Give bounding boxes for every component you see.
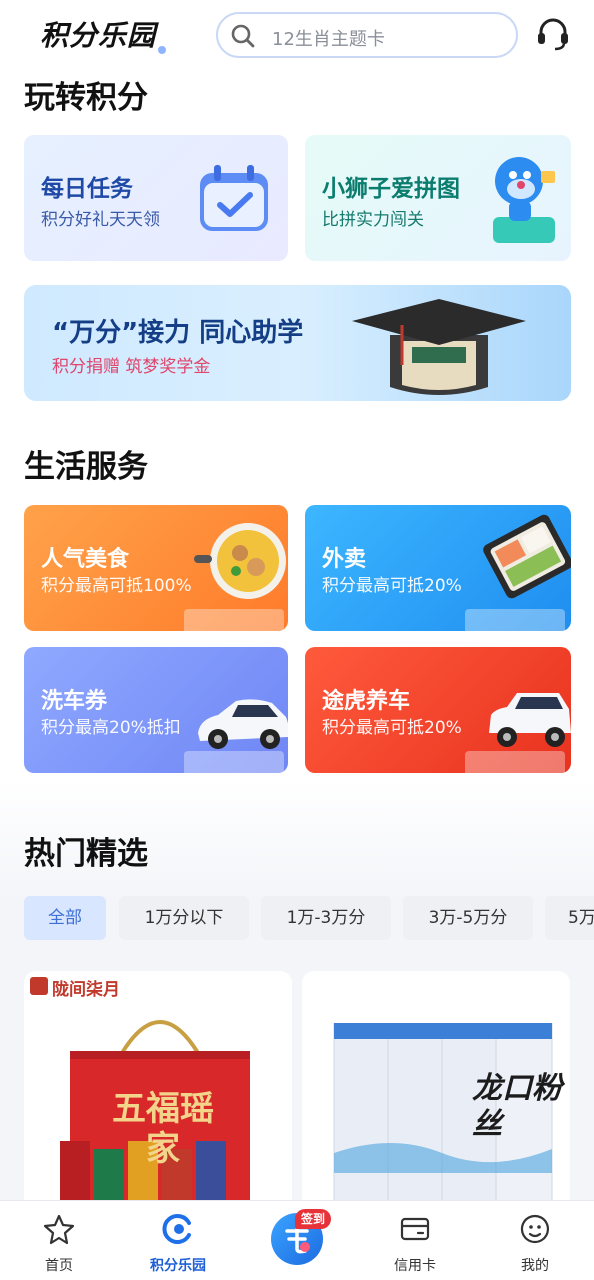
nav-checkin[interactable]: 签到 (247, 1201, 347, 1280)
calendar-icon (200, 165, 268, 231)
hot-section-title: 热门精选 (24, 836, 148, 872)
takeaway-card[interactable]: 外卖 积分最高可抵20% (305, 505, 571, 631)
takeaway-title: 外卖 (322, 547, 367, 572)
product-card-vermicelli[interactable]: 龙口粉丝 (302, 971, 570, 1211)
play-section-title: 玩转积分 (24, 80, 148, 116)
nav-mine-label: 我的 (521, 1258, 549, 1274)
search-input[interactable]: 12生肖主题卡 (216, 12, 518, 58)
white-sedan-icon (198, 699, 288, 749)
logo-dot-icon (158, 46, 167, 54)
profile-icon (520, 1214, 550, 1244)
filter-chip-all[interactable]: 全部 (24, 896, 106, 940)
search-icon (231, 24, 255, 48)
points-icon (162, 1214, 191, 1244)
car-wash-card[interactable]: 洗车券 积分最高20%抵扣 (24, 647, 288, 773)
popular-food-card[interactable]: 人气美食 积分最高可抵100% (24, 505, 288, 631)
pedestal (184, 609, 284, 631)
nav-home[interactable]: 首页 (9, 1201, 109, 1280)
top-header: 积分乐园 12生肖主题卡 (0, 0, 594, 72)
nav-points-park[interactable]: 积分乐园 (128, 1201, 228, 1280)
credit-card-icon (400, 1217, 430, 1241)
banner-title: “万分”接力 同心助学 (52, 318, 304, 348)
popular-food-subtitle: 积分最高可抵100% (41, 576, 192, 596)
points-park-page: 积分乐园 12生肖主题卡 玩转积分 每日任务 积分好礼天天领 小狮子爱拼图 比拼… (0, 0, 594, 1280)
nav-home-label: 首页 (45, 1258, 73, 1274)
app-logo: 积分乐园 (40, 14, 167, 54)
tuhu-subtitle: 积分最高可抵20% (322, 718, 462, 738)
checkin-badge: 签到 (295, 1209, 332, 1229)
lion-puzzle-card[interactable]: 小狮子爱拼图 比拼实力闯关 (305, 135, 571, 261)
customer-service-icon[interactable] (533, 14, 573, 54)
search-placeholder: 12生肖主题卡 (272, 29, 385, 50)
white-suv-icon (489, 693, 571, 747)
bottom-nav: 首页 积分乐园 签到 信用卡 我的 (0, 1200, 594, 1280)
filter-chip-10k-30k[interactable]: 1万-3万分 (261, 896, 391, 940)
life-section-title: 生活服务 (24, 449, 148, 485)
tuhu-title: 途虎养车 (322, 689, 411, 714)
filter-chip-30k-50k[interactable]: 3万-5万分 (403, 896, 533, 940)
takeaway-subtitle: 积分最高可抵20% (322, 576, 462, 596)
popular-food-title: 人气美食 (41, 547, 130, 572)
car-wash-subtitle: 积分最高20%抵扣 (41, 718, 181, 738)
food-bowl-icon (194, 523, 286, 599)
graduation-cap-icon (352, 299, 526, 395)
nav-mine[interactable]: 我的 (485, 1201, 585, 1280)
lion-puzzle-title: 小狮子爱拼图 (322, 176, 460, 202)
logo-text: 积分乐园 (40, 19, 157, 52)
pedestal (465, 609, 565, 631)
brand-logo-icon (30, 977, 48, 995)
star-icon (43, 1214, 75, 1245)
gift-box-label: 五福瑶家 (112, 1089, 214, 1169)
nav-credit-card-label: 信用卡 (394, 1258, 436, 1274)
daily-task-title: 每日任务 (41, 176, 133, 202)
filter-chip-under-10k[interactable]: 1万分以下 (119, 896, 249, 940)
banner-subtitle: 积分捐赠 筑梦奖学金 (52, 357, 211, 377)
tuhu-car-care-card[interactable]: 途虎养车 积分最高可抵20% (305, 647, 571, 773)
lion-puzzle-subtitle: 比拼实力闯关 (322, 210, 424, 230)
vermicelli-pack-label: 龙口粉丝 (472, 1071, 562, 1142)
product-card-gift-box[interactable]: 陇间柒月 五福瑶家 (24, 971, 292, 1211)
nav-credit-card[interactable]: 信用卡 (365, 1201, 465, 1280)
scholarship-banner[interactable]: “万分”接力 同心助学 积分捐赠 筑梦奖学金 (24, 285, 571, 401)
bento-box-icon (483, 514, 571, 599)
nav-points-label: 积分乐园 (150, 1258, 206, 1274)
daily-task-card[interactable]: 每日任务 积分好礼天天领 (24, 135, 288, 261)
filter-chip-50k[interactable]: 5万 (545, 896, 594, 940)
daily-task-subtitle: 积分好礼天天领 (41, 210, 160, 230)
lion-mascot-icon (493, 157, 555, 243)
car-wash-title: 洗车券 (41, 689, 108, 714)
